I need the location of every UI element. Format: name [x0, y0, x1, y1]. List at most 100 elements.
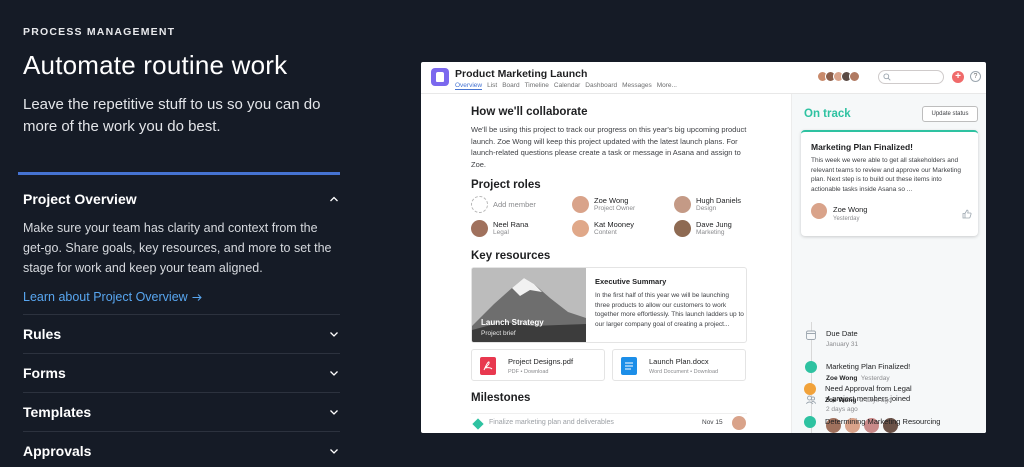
role-member[interactable]: Zoe Wong Project Owner	[572, 196, 635, 213]
status-author: Zoe Wong	[833, 205, 868, 214]
tab-more[interactable]: More...	[657, 82, 677, 90]
accordion-item-approvals[interactable]: Approvals	[23, 431, 340, 467]
tab-calendar[interactable]: Calendar	[554, 82, 580, 90]
member-role: Design	[696, 205, 717, 212]
timeline-title: Marketing Plan Finalized!	[826, 362, 911, 371]
milestone-date: Nov 15	[702, 419, 723, 426]
tab-dashboard[interactable]: Dashboard	[585, 82, 617, 90]
status-panel: On track Update status Marketing Plan Fi…	[791, 94, 986, 433]
chevron-up-icon[interactable]	[328, 193, 340, 205]
accordion-title[interactable]: Project Overview	[23, 191, 137, 207]
avatar	[883, 418, 898, 433]
accordion-body: Make sure your team has clarity and cont…	[23, 221, 332, 275]
avatar	[674, 220, 691, 237]
avatar	[674, 196, 691, 213]
role-member[interactable]: Neel Rana Legal	[471, 220, 528, 237]
role-member[interactable]: Hugh Daniels Design	[674, 196, 741, 213]
tab-list[interactable]: List	[487, 82, 497, 90]
member-name: Dave Jung	[696, 220, 732, 229]
milestone-name: Finalize marketing plan and deliverables	[489, 419, 614, 426]
timeline-title: 4 project members joined	[826, 394, 911, 403]
clipboard-icon	[431, 68, 449, 86]
document-icon	[621, 357, 637, 375]
help-icon[interactable]: ?	[970, 71, 981, 82]
accordion-item-label[interactable]: Approvals	[23, 443, 91, 459]
accordion-item-label[interactable]: Templates	[23, 404, 91, 420]
collab-heading: How we'll collaborate	[471, 106, 588, 118]
file-meta: PDF • Download	[508, 369, 549, 375]
accordion-item-project-overview[interactable]: Project Overview Make sure your team has…	[23, 190, 340, 304]
product-screenshot: Product Marketing Launch Overview List B…	[421, 62, 986, 433]
member-name: Kat Mooney	[594, 220, 635, 229]
chevron-down-icon[interactable]	[328, 367, 340, 379]
resource-title: Executive Summary	[595, 277, 667, 286]
add-member-button[interactable]: Add member	[471, 196, 536, 213]
file-meta: Word Document • Download	[649, 369, 719, 375]
search-input[interactable]	[878, 70, 944, 84]
member-role: Legal	[493, 229, 509, 236]
add-member-label[interactable]: Add member	[493, 200, 536, 209]
resource-card[interactable]: Launch Strategy Project brief Executive …	[471, 267, 747, 343]
role-member[interactable]: Dave Jung Marketing	[674, 220, 732, 237]
milestone-row[interactable]: Finalize marketing plan and deliverables…	[471, 413, 747, 431]
resource-image-subtitle: Project brief	[481, 330, 516, 337]
avatar	[732, 416, 746, 430]
accordion-item-label[interactable]: Forms	[23, 365, 66, 381]
avatar	[811, 203, 827, 219]
accordion-item-templates[interactable]: Templates	[23, 392, 340, 430]
overview-main: How we'll collaborate We'll be using thi…	[471, 106, 761, 170]
section-label: PROCESS MANAGEMENT	[23, 26, 176, 38]
add-member-icon	[471, 196, 488, 213]
update-status-button[interactable]: Update status	[922, 106, 978, 122]
tab-overview[interactable]: Overview	[455, 82, 483, 90]
role-member[interactable]: Kat Mooney Content	[572, 220, 634, 237]
member-name: Zoe Wong	[594, 196, 629, 205]
learn-more-link-text[interactable]: Learn about Project Overview	[23, 290, 188, 304]
arrow-right-icon[interactable]	[192, 293, 203, 302]
member-role: Project Owner	[594, 205, 636, 212]
accordion-item-rules[interactable]: Rules	[23, 314, 340, 352]
avatar	[572, 220, 589, 237]
resource-content: Executive Summary In the first half of t…	[595, 277, 745, 329]
chevron-down-icon[interactable]	[328, 328, 340, 340]
collab-description[interactable]: We'll be using this project to track our…	[471, 124, 756, 170]
status-card-text: This week we were able to get all stakeh…	[811, 157, 961, 193]
avatar	[471, 220, 488, 237]
people-icon	[805, 395, 817, 405]
page: PROCESS MANAGEMENT Automate routine work…	[0, 0, 1024, 467]
accordion-item-forms[interactable]: Forms	[23, 353, 340, 391]
timeline-subtitle: January 31	[826, 341, 859, 348]
file-attachment[interactable]: Launch Plan.docx Word Document • Downloa…	[612, 349, 746, 381]
roles-heading: Project roles	[471, 179, 541, 191]
add-button[interactable]: +	[952, 71, 964, 83]
accordion-item-label[interactable]: Rules	[23, 326, 61, 342]
new-member-avatars	[826, 418, 898, 433]
tab-board[interactable]: Board	[502, 82, 519, 90]
project-tabs: Overview List Board Timeline Calendar Da…	[455, 82, 677, 90]
status-update-card[interactable]: Marketing Plan Finalized! This week we w…	[801, 130, 978, 236]
learn-more-link[interactable]: Learn about Project Overview	[23, 290, 340, 304]
milestone-diamond-icon	[472, 418, 484, 430]
chevron-down-icon[interactable]	[328, 406, 340, 418]
status-time: Yesterday	[833, 216, 860, 222]
member-avatars[interactable]	[817, 71, 860, 82]
accordion-active-indicator	[18, 172, 340, 175]
pdf-icon	[480, 357, 496, 375]
thumbs-up-icon[interactable]	[962, 209, 972, 219]
status-label: On track	[804, 108, 851, 120]
file-attachment[interactable]: Project Designs.pdf PDF • Download	[471, 349, 605, 381]
timeline-time: Yesterday	[860, 375, 890, 382]
resource-image: Launch Strategy Project brief	[472, 268, 586, 342]
project-header: Product Marketing Launch Overview List B…	[421, 62, 986, 94]
timeline-subtitle: Zoe Wong Yesterday	[826, 375, 890, 382]
chevron-down-icon[interactable]	[328, 445, 340, 457]
resources-heading: Key resources	[471, 250, 551, 262]
tab-messages[interactable]: Messages	[622, 82, 652, 90]
avatar	[826, 418, 841, 433]
milestones-heading: Milestones	[471, 392, 531, 404]
avatar	[572, 196, 589, 213]
avatar	[849, 71, 860, 82]
tab-timeline[interactable]: Timeline	[525, 82, 549, 90]
timeline-author: Zoe Wong	[826, 375, 858, 382]
project-title: Product Marketing Launch	[455, 68, 588, 80]
